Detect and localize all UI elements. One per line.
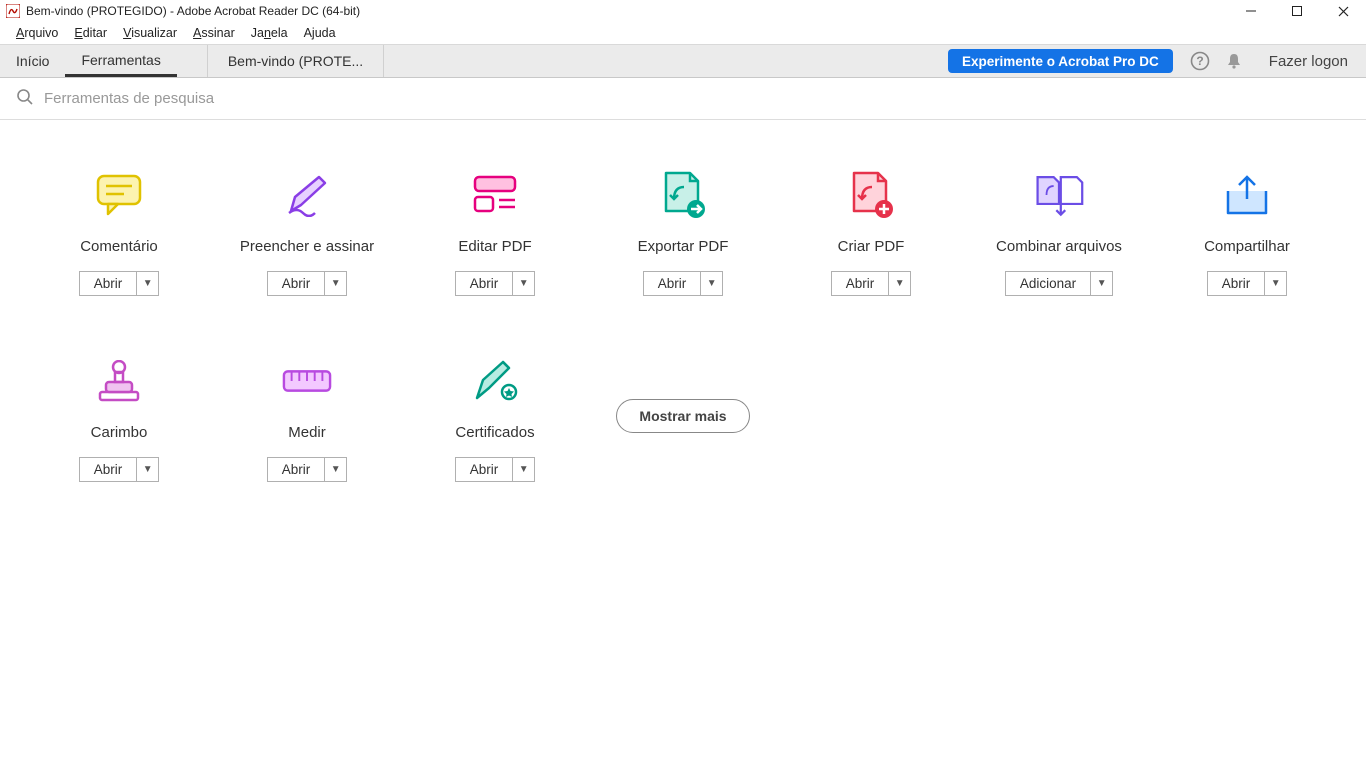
- tool-label: Criar PDF: [838, 238, 905, 255]
- show-more-button[interactable]: Mostrar mais: [616, 399, 749, 433]
- minimize-button[interactable]: [1228, 0, 1274, 22]
- export-pdf-icon: [658, 170, 708, 220]
- tool-open-button[interactable]: Abrir: [79, 271, 138, 296]
- stamp-icon: [94, 356, 144, 406]
- tool-comentario[interactable]: Comentário Abrir ▼: [30, 170, 208, 296]
- header: Início Ferramentas Bem-vindo (PROTE... E…: [0, 44, 1366, 78]
- menu-assinar[interactable]: Assinar: [185, 24, 243, 42]
- tool-medir[interactable]: Medir Abrir ▼: [218, 356, 396, 482]
- tool-preencher-assinar[interactable]: Preencher e assinar Abrir ▼: [218, 170, 396, 296]
- svg-text:?: ?: [1196, 54, 1203, 68]
- tool-dropdown-button[interactable]: ▼: [137, 271, 159, 296]
- tool-dropdown-button[interactable]: ▼: [513, 457, 535, 482]
- tool-label: Compartilhar: [1204, 238, 1290, 255]
- tool-label: Comentário: [80, 238, 158, 255]
- tool-carimbo[interactable]: Carimbo Abrir ▼: [30, 356, 208, 482]
- tool-label: Carimbo: [91, 424, 148, 441]
- help-icon[interactable]: ?: [1183, 45, 1217, 77]
- search-input[interactable]: [44, 90, 444, 107]
- tool-open-button[interactable]: Abrir: [267, 271, 326, 296]
- titlebar: Bem-vindo (PROTEGIDO) - Adobe Acrobat Re…: [0, 0, 1366, 22]
- menu-janela[interactable]: Janela: [243, 24, 296, 42]
- tool-open-button[interactable]: Abrir: [1207, 271, 1266, 296]
- search-icon: [16, 88, 34, 109]
- menu-ajuda[interactable]: Ajuda: [296, 24, 344, 42]
- tool-dropdown-button[interactable]: ▼: [1265, 271, 1287, 296]
- edit-pdf-icon: [470, 170, 520, 220]
- combine-files-icon: [1034, 170, 1084, 220]
- tool-label: Combinar arquivos: [996, 238, 1122, 255]
- measure-icon: [282, 356, 332, 406]
- acrobat-app-icon: [6, 4, 20, 18]
- tool-open-button[interactable]: Abrir: [79, 457, 138, 482]
- tab-inicio[interactable]: Início: [0, 45, 65, 77]
- tool-label: Preencher e assinar: [240, 238, 374, 255]
- tool-criar-pdf[interactable]: Criar PDF Abrir ▼: [782, 170, 960, 296]
- certificates-icon: [470, 356, 520, 406]
- tool-dropdown-button[interactable]: ▼: [1091, 271, 1113, 296]
- menu-arquivo[interactable]: Arquivo: [8, 24, 66, 42]
- tool-label: Certificados: [455, 424, 534, 441]
- tool-open-button[interactable]: Abrir: [455, 457, 514, 482]
- tool-certificados[interactable]: Certificados Abrir ▼: [406, 356, 584, 482]
- tool-dropdown-button[interactable]: ▼: [513, 271, 535, 296]
- tool-open-button[interactable]: Abrir: [455, 271, 514, 296]
- try-acrobat-pro-button[interactable]: Experimente o Acrobat Pro DC: [948, 49, 1173, 73]
- show-more-cell: Mostrar mais: [594, 356, 772, 476]
- menu-visualizar[interactable]: Visualizar: [115, 24, 185, 42]
- tool-dropdown-button[interactable]: ▼: [325, 457, 347, 482]
- tool-compartilhar[interactable]: Compartilhar Abrir ▼: [1158, 170, 1336, 296]
- tool-label: Exportar PDF: [638, 238, 729, 255]
- window-controls: [1228, 0, 1366, 22]
- bell-icon[interactable]: [1217, 45, 1251, 77]
- tool-dropdown-button[interactable]: ▼: [325, 271, 347, 296]
- tool-exportar-pdf[interactable]: Exportar PDF Abrir ▼: [594, 170, 772, 296]
- tab-ferramentas[interactable]: Ferramentas: [65, 45, 176, 77]
- tool-dropdown-button[interactable]: ▼: [701, 271, 723, 296]
- tool-open-button[interactable]: Abrir: [267, 457, 326, 482]
- fill-sign-icon: [282, 170, 332, 220]
- menu-editar[interactable]: Editar: [66, 24, 115, 42]
- tool-editar-pdf[interactable]: Editar PDF Abrir ▼: [406, 170, 584, 296]
- share-icon: [1222, 170, 1272, 220]
- maximize-button[interactable]: [1274, 0, 1320, 22]
- tool-label: Medir: [288, 424, 326, 441]
- tool-dropdown-button[interactable]: ▼: [137, 457, 159, 482]
- tool-add-button[interactable]: Adicionar: [1005, 271, 1091, 296]
- login-link[interactable]: Fazer logon: [1251, 45, 1366, 77]
- tool-open-button[interactable]: Abrir: [643, 271, 702, 296]
- tool-dropdown-button[interactable]: ▼: [889, 271, 911, 296]
- create-pdf-icon: [846, 170, 896, 220]
- close-button[interactable]: [1320, 0, 1366, 22]
- comment-icon: [94, 170, 144, 220]
- searchbar: [0, 78, 1366, 120]
- tool-label: Editar PDF: [458, 238, 531, 255]
- tools-area: Comentário Abrir ▼ Preencher e assinar A…: [0, 120, 1366, 766]
- window-title: Bem-vindo (PROTEGIDO) - Adobe Acrobat Re…: [26, 4, 360, 18]
- tool-open-button[interactable]: Abrir: [831, 271, 890, 296]
- tool-combinar-arquivos[interactable]: Combinar arquivos Adicionar ▼: [970, 170, 1148, 296]
- document-tab[interactable]: Bem-vindo (PROTE...: [207, 45, 384, 77]
- menubar: Arquivo Editar Visualizar Assinar Janela…: [0, 22, 1366, 44]
